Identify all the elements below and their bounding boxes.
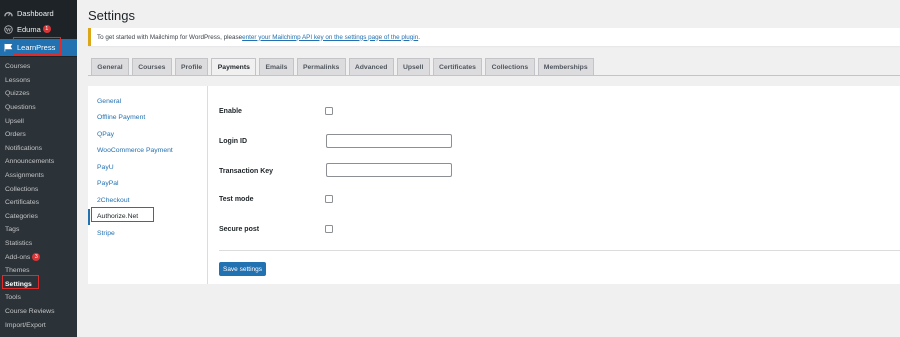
dashboard-icon [4, 9, 13, 18]
tabs-divider [88, 75, 900, 76]
sidebar-item-announcements[interactable]: Announcements [0, 155, 77, 169]
sidebar-item-label: LearnPress [17, 43, 56, 52]
sidebar-item-orders[interactable]: Orders [0, 128, 77, 142]
payment-method-authorize-net[interactable]: Authorize.Net [88, 208, 207, 225]
sidebar-item-settings[interactable]: Settings [0, 278, 77, 292]
test-mode-label: Test mode [219, 195, 254, 203]
mailchimp-notice: To get started with Mailchimp for WordPr… [88, 28, 900, 46]
page-title: Settings [88, 8, 135, 23]
tab-upsell[interactable]: Upsell [396, 58, 430, 75]
sidebar-item-lessons[interactable]: Lessons [0, 74, 77, 88]
payment-methods-nav: General Offline Payment QPay WooCommerce… [88, 86, 208, 284]
payment-method-stripe[interactable]: Stripe [88, 225, 207, 242]
tab-emails[interactable]: Emails [259, 58, 294, 75]
payments-panel: General Offline Payment QPay WooCommerce… [88, 86, 900, 284]
sidebar-item-tools[interactable]: Tools [0, 291, 77, 305]
wordpress-icon: W [4, 24, 13, 34]
sidebar-item-collections[interactable]: Collections [0, 182, 77, 196]
tab-collections[interactable]: Collections [485, 58, 535, 75]
secure-post-label: Secure post [219, 225, 260, 233]
payment-method-woocommerce[interactable]: WooCommerce Payment [88, 143, 207, 160]
update-count-badge: 1 [42, 25, 51, 33]
mailchimp-api-key-link[interactable]: enter your Mailchimp API key on the sett… [242, 34, 418, 41]
add-ons-count-badge: 3 [32, 253, 41, 262]
sidebar-item-tags[interactable]: Tags [0, 223, 77, 237]
login-id-label: Login ID [219, 137, 247, 145]
tab-profile[interactable]: Profile [174, 58, 209, 75]
sidebar-item-categories[interactable]: Categories [0, 210, 77, 224]
payment-method-qpay[interactable]: QPay [88, 126, 207, 143]
tab-payments[interactable]: Payments [211, 58, 257, 76]
secure-post-checkbox[interactable] [325, 225, 333, 233]
sidebar-item-upsell[interactable]: Upsell [0, 114, 77, 128]
flag-icon [4, 43, 13, 52]
tab-general[interactable]: General [91, 58, 129, 75]
tab-courses[interactable]: Courses [131, 58, 172, 75]
login-id-input[interactable] [326, 134, 452, 148]
sidebar-item-assignments[interactable]: Assignments [0, 169, 77, 183]
test-mode-checkbox[interactable] [325, 195, 333, 203]
enable-label: Enable [219, 107, 242, 115]
sidebar-item-course-reviews[interactable]: Course Reviews [0, 305, 77, 319]
learnpress-submenu: Courses Lessons Quizzes Questions Upsell… [0, 57, 77, 337]
notice-text-end: . [418, 33, 420, 41]
payment-method-2checkout[interactable]: 2Checkout [88, 192, 207, 209]
sidebar-item-eduma[interactable]: W Eduma 1 [0, 22, 77, 36]
payment-method-offline[interactable]: Offline Payment [88, 110, 207, 127]
tab-certificates[interactable]: Certificates [432, 58, 483, 75]
sidebar-item-statistics[interactable]: Statistics [0, 237, 77, 251]
settings-tabs: General Courses Profile Payments Emails … [91, 58, 597, 76]
tab-memberships[interactable]: Memberships [537, 58, 594, 75]
sidebar-item-notifications[interactable]: Notifications [0, 142, 77, 156]
tab-advanced[interactable]: Advanced [348, 58, 394, 75]
sidebar-item-import-export[interactable]: Import/Export [0, 318, 77, 332]
sidebar-item-label: Eduma [17, 24, 41, 34]
sidebar-item-label: Dashboard [17, 8, 54, 18]
payment-method-paypal[interactable]: PayPal [88, 176, 207, 193]
sidebar-item-quizzes[interactable]: Quizzes [0, 87, 77, 101]
sidebar-item-themes[interactable]: Themes [0, 264, 77, 278]
sidebar-item-courses[interactable]: Courses [0, 60, 77, 74]
payment-method-payu[interactable]: PayU [88, 159, 207, 176]
tab-permalinks[interactable]: Permalinks [296, 58, 346, 75]
save-settings-button[interactable]: Save settings [219, 262, 266, 276]
svg-text:W: W [5, 27, 12, 33]
enable-checkbox[interactable] [325, 107, 333, 115]
notice-text: To get started with Mailchimp for WordPr… [97, 33, 243, 41]
transaction-key-input[interactable] [326, 163, 452, 177]
admin-sidebar: Dashboard W Eduma 1 LearnPress Courses L… [0, 0, 77, 337]
form-divider [219, 250, 900, 251]
transaction-key-label: Transaction Key [219, 167, 274, 175]
sidebar-item-questions[interactable]: Questions [0, 101, 77, 115]
sidebar-item-learnpress[interactable]: LearnPress [0, 39, 77, 56]
sidebar-item-label: Add-ons [5, 253, 31, 261]
payment-method-general[interactable]: General [88, 93, 207, 110]
sidebar-item-certificates[interactable]: Certificates [0, 196, 77, 210]
sidebar-item-add-ons[interactable]: Add-ons 3 [0, 250, 77, 264]
sidebar-item-dashboard[interactable]: Dashboard [0, 6, 77, 20]
